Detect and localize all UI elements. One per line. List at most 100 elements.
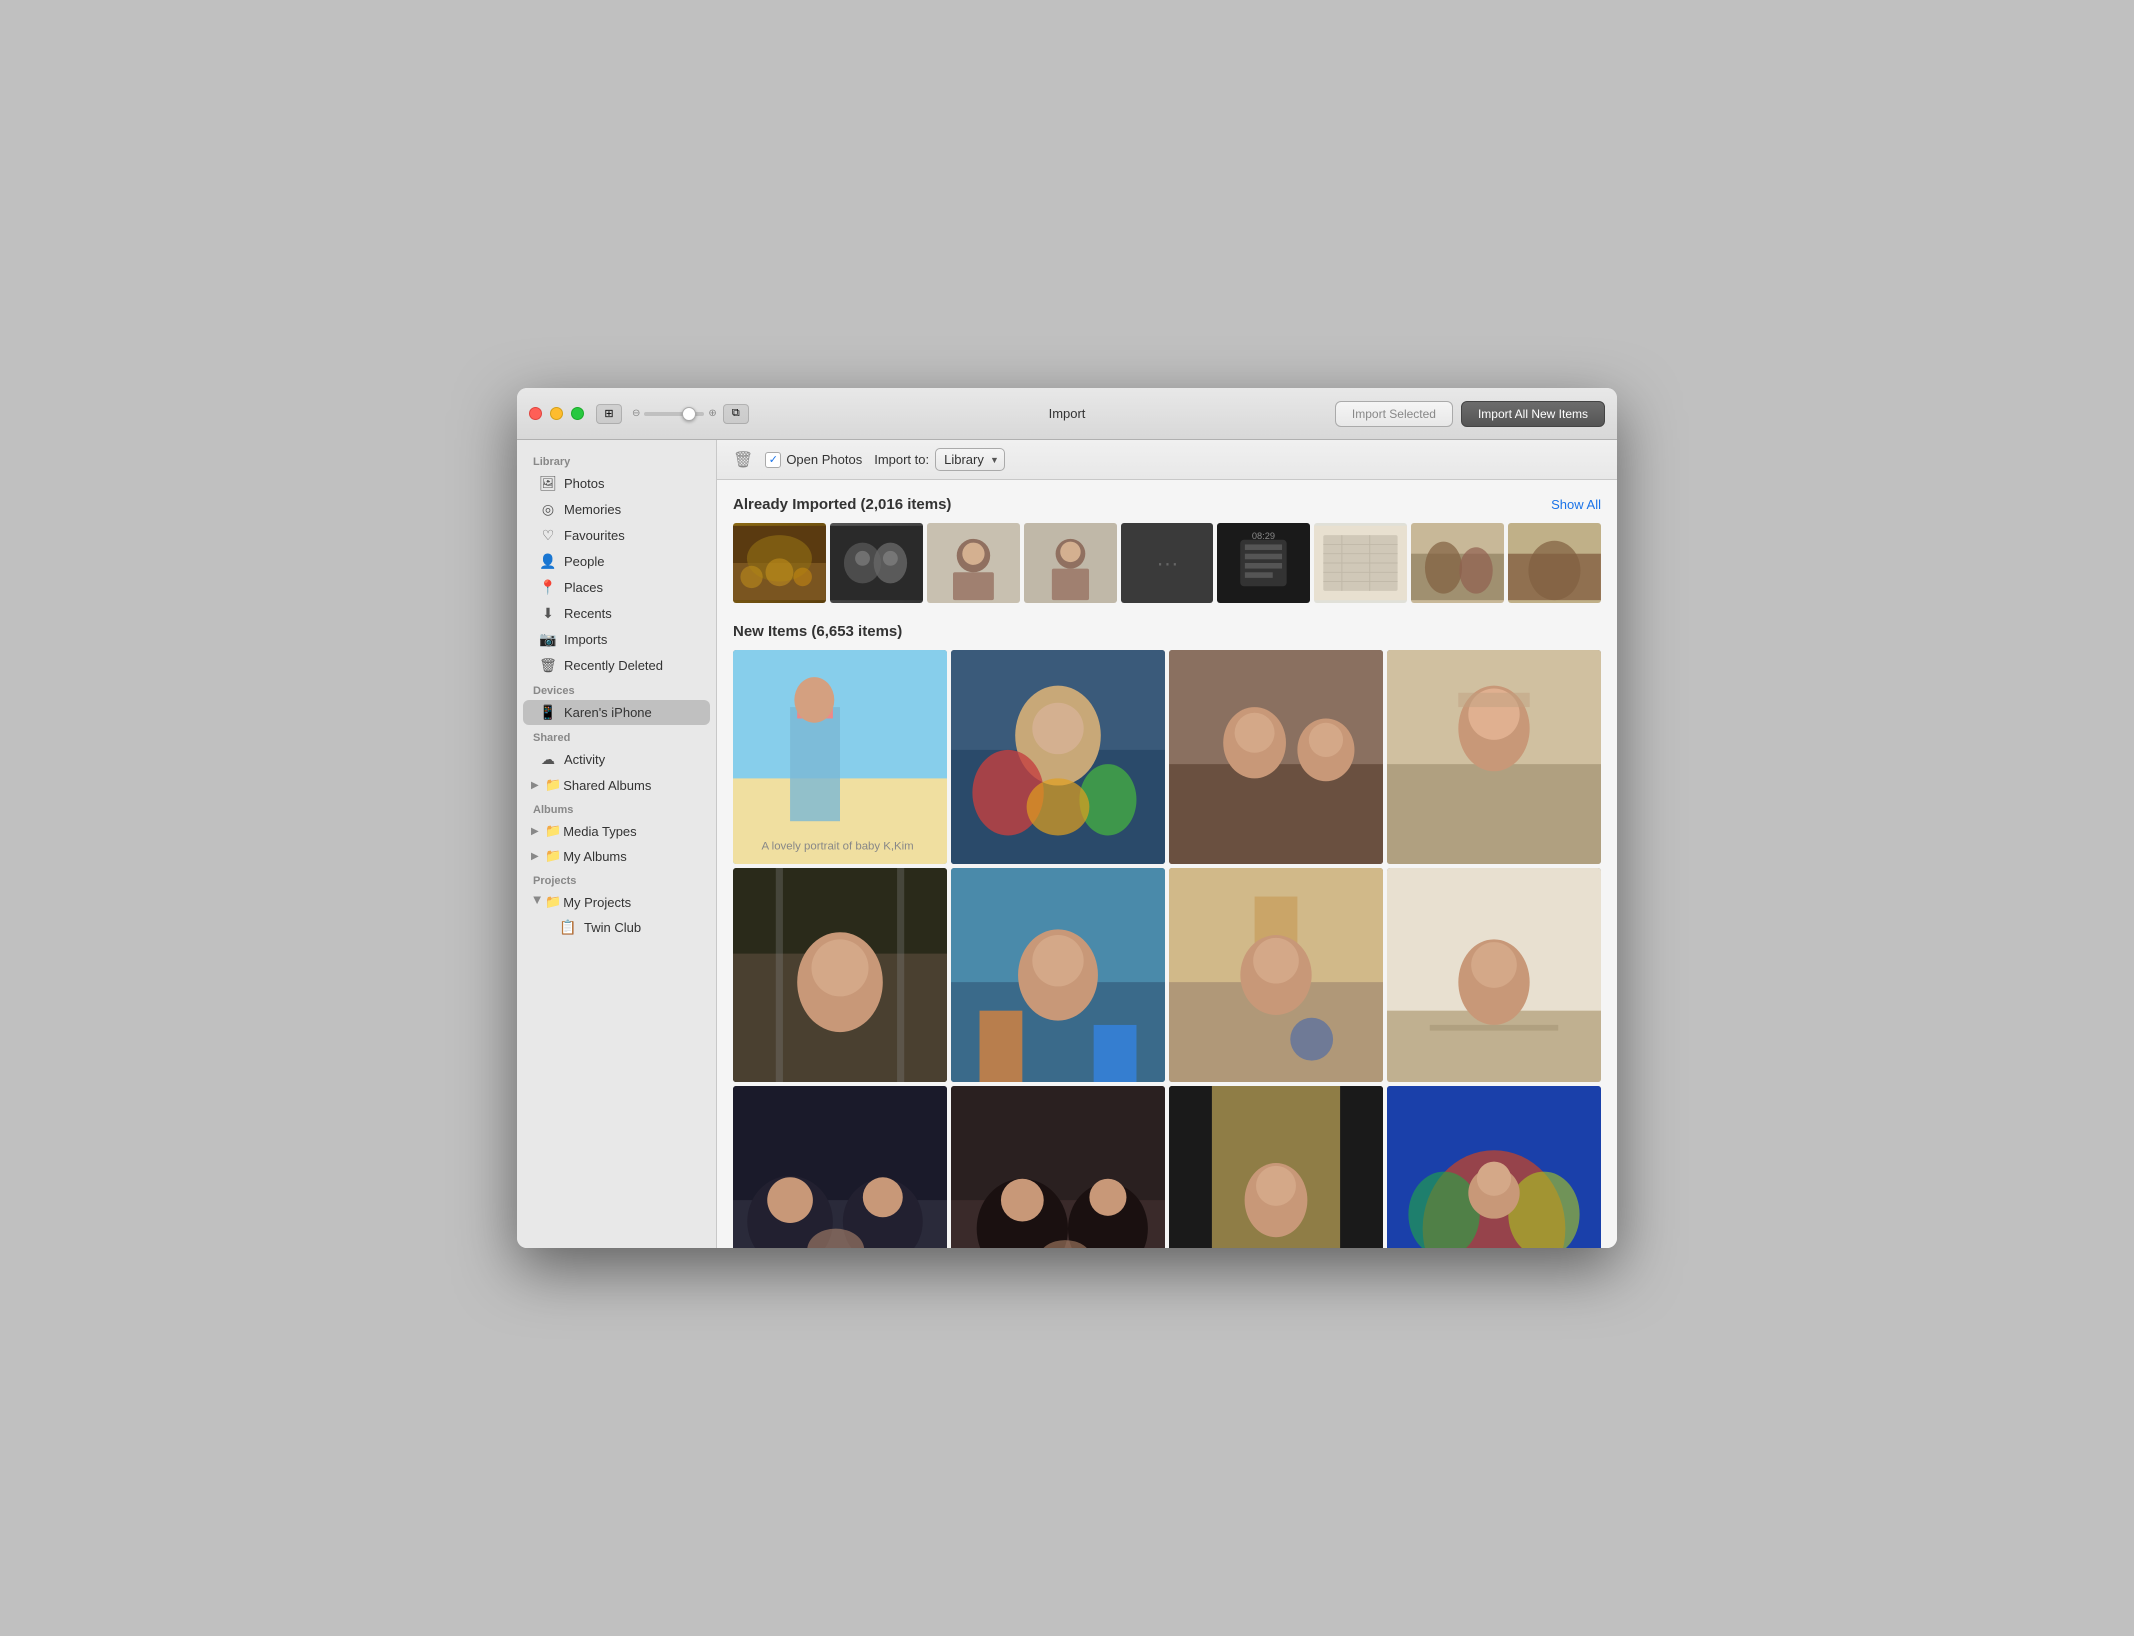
library-section-header: Library [517, 450, 716, 470]
minimize-button[interactable] [550, 407, 563, 420]
imports-icon: 📷 [539, 631, 557, 648]
photos-label: Photos [564, 476, 694, 491]
close-button[interactable] [529, 407, 542, 420]
sidebar-item-imports[interactable]: 📷 Imports [523, 627, 710, 652]
new-item-photo-11[interactable] [1169, 1086, 1383, 1248]
my-albums-arrow: ▶ [531, 851, 543, 862]
already-imported-photo-5[interactable]: ··· [1121, 523, 1214, 603]
content-area: 🗑 ✓ Open Photos Import to: Library Alrea… [717, 440, 1617, 1248]
already-imported-photo-1[interactable] [733, 523, 826, 603]
already-imported-photo-7[interactable] [1314, 523, 1407, 603]
new-item-photo-2[interactable] [951, 650, 1165, 864]
my-albums-label: My Albums [563, 849, 627, 864]
imports-label: Imports [564, 632, 694, 647]
recents-icon: ⬇ [539, 605, 557, 622]
view-toggle-button[interactable]: ⧉ [723, 404, 749, 424]
new-item-photo-4[interactable] [1387, 650, 1601, 864]
already-imported-photo-8[interactable] [1411, 523, 1504, 603]
memories-label: Memories [564, 502, 694, 517]
main-layout: Library 🖼 Photos ◎ Memories ♡ Favourites… [517, 440, 1617, 1248]
import-all-button[interactable]: Import All New Items [1461, 401, 1605, 427]
sidebar-item-device[interactable]: 📱 Karen's iPhone [523, 700, 710, 725]
zoom-out-icon: ⊖ [632, 408, 640, 419]
device-icon: 📱 [539, 704, 557, 721]
sidebar-item-people[interactable]: 👤 People [523, 549, 710, 574]
import-to-label: Import to: [874, 452, 929, 467]
sidebar-item-my-projects[interactable]: ▶ 📁 My Projects [523, 890, 710, 914]
open-photos-label: Open Photos [786, 452, 862, 467]
already-imported-photo-6[interactable]: 08:29 [1217, 523, 1310, 603]
already-imported-photo-3[interactable] [927, 523, 1020, 603]
my-projects-arrow: ▶ [532, 896, 543, 908]
memories-icon: ◎ [539, 501, 557, 518]
titlebar-action-buttons: Import Selected Import All New Items [1335, 401, 1605, 427]
new-item-photo-5[interactable] [733, 868, 947, 1082]
projects-section-header: Projects [517, 869, 716, 889]
traffic-lights [529, 407, 584, 420]
twin-club-label: Twin Club [584, 920, 694, 935]
sidebar-item-recently-deleted[interactable]: 🗑 Recently Deleted [523, 653, 710, 678]
new-item-photo-8[interactable] [1387, 868, 1601, 1082]
titlebar: ⊞ ⊖ ⊕ ⧉ Import Import Selected Import Al… [517, 388, 1617, 440]
content-toolbar: 🗑 ✓ Open Photos Import to: Library [717, 440, 1617, 480]
titlebar-controls: ⊞ ⊖ ⊕ ⧉ [596, 404, 749, 424]
places-label: Places [564, 580, 694, 595]
slider-thumb[interactable] [682, 407, 696, 421]
people-label: People [564, 554, 694, 569]
sidebar-item-favourites[interactable]: ♡ Favourites [523, 523, 710, 548]
sidebar-item-recents[interactable]: ⬇ Recents [523, 601, 710, 626]
sidebar-item-activity[interactable]: ☁ Activity [523, 747, 710, 772]
zoom-slider[interactable]: ⊖ ⊕ [632, 408, 717, 419]
sidebar-icon: ⊞ [604, 407, 613, 420]
new-item-photo-10[interactable] [951, 1086, 1165, 1248]
new-item-photo-12[interactable] [1387, 1086, 1601, 1248]
photos-icon: 🖼 [539, 475, 557, 492]
import-selected-button[interactable]: Import Selected [1335, 401, 1453, 427]
favourites-icon: ♡ [539, 527, 557, 544]
already-imported-photo-4[interactable] [1024, 523, 1117, 603]
svg-text:08:29: 08:29 [1252, 531, 1275, 541]
show-all-link[interactable]: Show All [1551, 497, 1601, 512]
app-window: ⊞ ⊖ ⊕ ⧉ Import Import Selected Import Al… [517, 388, 1617, 1248]
new-item-photo-3[interactable] [1169, 650, 1383, 864]
new-item-photo-7[interactable] [1169, 868, 1383, 1082]
sidebar-item-photos[interactable]: 🖼 Photos [523, 471, 710, 496]
recently-deleted-label: Recently Deleted [564, 658, 694, 673]
sidebar: Library 🖼 Photos ◎ Memories ♡ Favourites… [517, 440, 717, 1248]
sidebar-item-twin-club[interactable]: 📋 Twin Club [523, 915, 710, 940]
new-items-title: New Items (6,653 items) [733, 623, 902, 640]
recently-deleted-icon: 🗑 [539, 657, 557, 674]
sidebar-toggle-button[interactable]: ⊞ [596, 404, 622, 424]
people-icon: 👤 [539, 553, 557, 570]
maximize-button[interactable] [571, 407, 584, 420]
window-title: Import [1049, 406, 1086, 421]
photo-area[interactable]: Already Imported (2,016 items) Show All [717, 480, 1617, 1248]
sidebar-item-media-types[interactable]: ▶ 📁 Media Types [523, 819, 710, 843]
shared-albums-label: Shared Albums [563, 778, 651, 793]
slider-track[interactable] [644, 412, 704, 416]
import-to-dropdown[interactable]: Library [935, 448, 1005, 471]
sidebar-item-memories[interactable]: ◎ Memories [523, 497, 710, 522]
media-types-arrow: ▶ [531, 826, 543, 837]
my-projects-label: My Projects [563, 895, 631, 910]
device-name: Karen's iPhone [564, 705, 694, 720]
sidebar-item-places[interactable]: 📍 Places [523, 575, 710, 600]
sidebar-item-shared-albums[interactable]: ▶ 📁 Shared Albums [523, 773, 710, 797]
my-projects-icon: 📁 [545, 894, 561, 910]
new-item-photo-1[interactable]: A lovely portrait of baby K,Kim [733, 650, 947, 864]
media-types-icon: 📁 [545, 823, 561, 839]
recents-label: Recents [564, 606, 694, 621]
sidebar-item-my-albums[interactable]: ▶ 📁 My Albums [523, 844, 710, 868]
my-albums-icon: 📁 [545, 848, 561, 864]
already-imported-photo-9[interactable] [1508, 523, 1601, 603]
toolbar-trash-icon[interactable]: 🗑 [733, 450, 753, 470]
new-item-photo-6[interactable] [951, 868, 1165, 1082]
open-photos-checkbox-group[interactable]: ✓ Open Photos [765, 452, 862, 468]
new-item-photo-9[interactable] [733, 1086, 947, 1248]
already-imported-title: Already Imported (2,016 items) [733, 496, 951, 513]
import-to-group: Import to: Library [874, 448, 1005, 471]
already-imported-photo-2[interactable] [830, 523, 923, 603]
media-types-label: Media Types [563, 824, 636, 839]
shared-albums-arrow: ▶ [531, 780, 543, 791]
open-photos-checkbox[interactable]: ✓ [765, 452, 781, 468]
